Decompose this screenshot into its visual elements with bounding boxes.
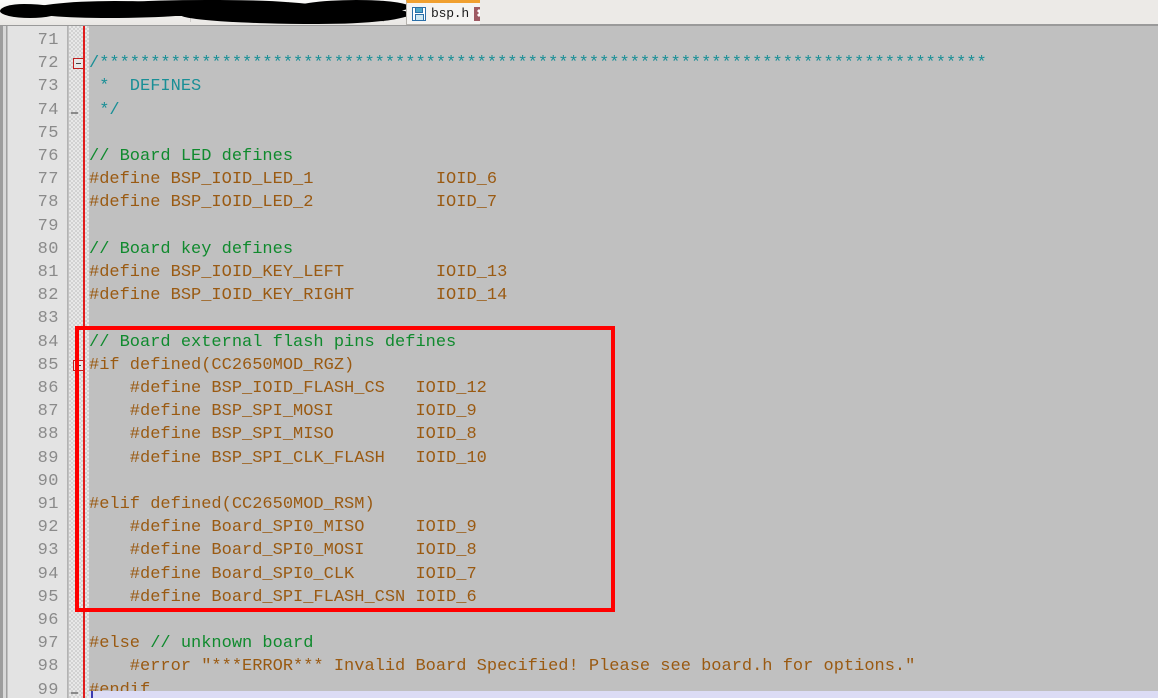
current-line-highlight bbox=[89, 691, 1158, 698]
line-number: 71 bbox=[37, 31, 59, 50]
tab-label: bsp.h bbox=[431, 6, 470, 21]
change-bar bbox=[83, 26, 85, 698]
code-line[interactable]: #define Board_SPI0_CLK IOID_7 bbox=[89, 563, 477, 586]
code-line[interactable]: */ bbox=[89, 99, 119, 122]
text-caret bbox=[91, 691, 93, 698]
line-number: 84 bbox=[37, 332, 59, 352]
line-number: 86 bbox=[37, 379, 59, 398]
code-line[interactable]: #define Board_SPI0_MOSI IOID_8 bbox=[89, 539, 477, 562]
line-number: 77 bbox=[37, 170, 59, 190]
line-number: 99 bbox=[37, 680, 59, 698]
line-number: 75 bbox=[37, 123, 59, 143]
code-line[interactable]: /***************************************… bbox=[89, 52, 987, 75]
line-number: 74 bbox=[37, 100, 59, 120]
code-line[interactable]: #else // unknown board bbox=[89, 632, 313, 655]
line-number: 89 bbox=[37, 448, 59, 468]
fold-end-marker bbox=[71, 111, 78, 114]
code-line[interactable]: #if defined(CC2650MOD_RGZ) bbox=[89, 354, 354, 377]
save-icon bbox=[412, 6, 426, 21]
code-line[interactable]: // Board key defines bbox=[89, 238, 293, 261]
code-line[interactable]: #define BSP_IOID_FLASH_CS IOID_12 bbox=[89, 377, 487, 400]
line-number: 95 bbox=[37, 587, 59, 607]
line-number-gutter: 71 72 73 74 75 76 77 78 79 80 81 82 83 84 85 86 87 88 89 90… bbox=[8, 26, 68, 698]
line-number: 83 bbox=[37, 309, 59, 329]
code-line[interactable]: #define Board_SPI0_MISO IOID_9 bbox=[89, 516, 477, 539]
code-line[interactable]: #error "***ERROR*** Invalid Board Specif… bbox=[89, 655, 916, 678]
code-line[interactable]: #define Board_SPI_FLASH_CSN IOID_6 bbox=[89, 586, 477, 609]
line-number: 94 bbox=[37, 564, 59, 584]
line-number: 98 bbox=[37, 657, 59, 677]
line-number: 90 bbox=[37, 471, 59, 491]
line-number: 88 bbox=[37, 425, 59, 445]
code-line[interactable]: #define BSP_SPI_CLK_FLASH IOID_10 bbox=[89, 447, 487, 470]
line-number: 79 bbox=[37, 216, 59, 236]
line-number: 91 bbox=[37, 495, 59, 514]
code-line[interactable]: #define BSP_IOID_LED_2 IOID_7 bbox=[89, 191, 497, 214]
line-number: 97 bbox=[37, 634, 59, 654]
code-line[interactable]: #elif defined(CC2650MOD_RSM) bbox=[89, 493, 375, 516]
code-line[interactable]: * DEFINES bbox=[89, 75, 201, 98]
line-number: 76 bbox=[37, 147, 59, 166]
code-editor[interactable]: 71 72 73 74 75 76 77 78 79 80 81 82 83 84 85 86 87 88 89 90… bbox=[0, 26, 1158, 698]
code-line[interactable]: // Board LED defines bbox=[89, 145, 293, 168]
line-number: 93 bbox=[37, 541, 59, 561]
code-line[interactable]: #define BSP_SPI_MOSI IOID_9 bbox=[89, 400, 477, 423]
toolbar: bsp.h ✖ bbox=[0, 0, 1158, 26]
line-number: 85 bbox=[37, 355, 59, 375]
code-line[interactable]: #define BSP_SPI_MISO IOID_8 bbox=[89, 423, 477, 446]
code-folding-column[interactable] bbox=[69, 26, 89, 698]
line-number: 82 bbox=[37, 286, 59, 306]
line-number: 72 bbox=[37, 54, 59, 74]
code-line[interactable]: #define BSP_IOID_KEY_LEFT IOID_13 bbox=[89, 261, 507, 284]
line-number: 92 bbox=[37, 518, 59, 538]
line-number: 78 bbox=[37, 193, 59, 213]
line-number: 87 bbox=[37, 402, 59, 422]
tab-strip-empty-area bbox=[480, 0, 1158, 25]
line-number: 80 bbox=[37, 239, 59, 259]
code-line[interactable]: // Board external flash pins defines bbox=[89, 331, 456, 354]
line-number: 73 bbox=[37, 77, 59, 97]
code-line[interactable]: #define BSP_IOID_KEY_RIGHT IOID_14 bbox=[89, 284, 507, 307]
line-number: 96 bbox=[37, 611, 59, 630]
redacted-toolbar-region bbox=[290, 0, 410, 14]
code-line[interactable]: #define BSP_IOID_LED_1 IOID_6 bbox=[89, 168, 497, 191]
line-number: 81 bbox=[37, 263, 59, 282]
code-surface[interactable]: /***************************************… bbox=[89, 26, 1158, 698]
editor-left-rail bbox=[3, 26, 7, 698]
fold-end-marker bbox=[71, 691, 78, 694]
